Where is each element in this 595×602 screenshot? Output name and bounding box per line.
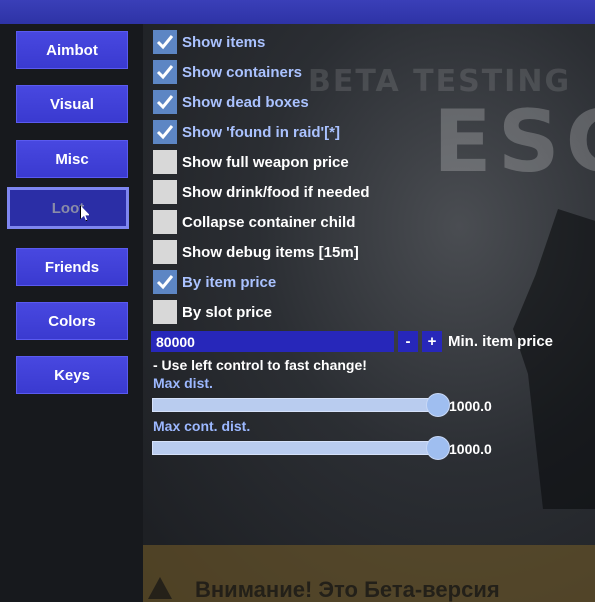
nav-visual-label: Visual bbox=[50, 95, 94, 113]
nav-aimbot-button[interactable]: Aimbot bbox=[16, 31, 128, 69]
max-cont-dist-value: 1000.0 bbox=[449, 441, 492, 457]
max-cont-dist-label: Max cont. dist. bbox=[153, 418, 251, 434]
option-label-show-found-in-raid: Show 'found in raid'[*] bbox=[182, 123, 340, 141]
checkmark-icon bbox=[156, 65, 174, 80]
nav-aimbot-label: Aimbot bbox=[46, 41, 98, 59]
checkbox-show-containers[interactable] bbox=[153, 60, 177, 84]
option-label-show-items: Show items bbox=[182, 33, 266, 51]
nav-misc-label: Misc bbox=[55, 150, 89, 168]
option-show-dead-boxes[interactable]: Show dead boxes bbox=[153, 89, 309, 115]
checkbox-by-slot-price[interactable] bbox=[153, 300, 177, 324]
beta-warning-banner: Внимание! Это Бета-версия bbox=[143, 545, 595, 602]
min-price-decrement-button[interactable]: - bbox=[398, 331, 418, 352]
nav-keys-label: Keys bbox=[54, 366, 90, 384]
option-label-show-full-weapon-price: Show full weapon price bbox=[182, 153, 349, 171]
option-by-slot-price[interactable]: By slot price bbox=[153, 299, 272, 325]
checkbox-collapse-container-child[interactable] bbox=[153, 210, 177, 234]
max-dist-slider-track[interactable] bbox=[152, 398, 438, 412]
checkmark-icon bbox=[156, 125, 174, 140]
nav-friends-button[interactable]: Friends bbox=[16, 248, 128, 286]
nav-misc-button[interactable]: Misc bbox=[16, 140, 128, 178]
option-show-containers[interactable]: Show containers bbox=[153, 59, 302, 85]
option-label-show-debug-items: Show debug items [15m] bbox=[182, 243, 359, 261]
min-price-label: Min. item price bbox=[448, 333, 554, 350]
max-dist-slider-thumb[interactable] bbox=[426, 393, 450, 417]
fast-change-hint: - Use left control to fast change! bbox=[153, 357, 367, 373]
option-show-found-in-raid[interactable]: Show 'found in raid'[*] bbox=[153, 119, 340, 145]
beta-warning-text: Внимание! Это Бета-версия bbox=[195, 577, 500, 602]
nav-colors-label: Colors bbox=[48, 312, 96, 330]
background-soldier-image bbox=[513, 209, 595, 509]
checkbox-show-drink-food[interactable] bbox=[153, 180, 177, 204]
option-show-items[interactable]: Show items bbox=[153, 29, 265, 55]
min-price-row: - + Min. item price bbox=[151, 331, 553, 352]
option-show-debug-items[interactable]: Show debug items [15m] bbox=[153, 239, 359, 265]
nav-loot-label: Loot bbox=[51, 199, 85, 217]
nav-visual-button[interactable]: Visual bbox=[16, 85, 128, 123]
min-price-increment-button[interactable]: + bbox=[422, 331, 442, 352]
checkmark-icon bbox=[156, 35, 174, 50]
checkmark-icon bbox=[156, 275, 174, 290]
option-label-collapse-container-child: Collapse container child bbox=[182, 213, 356, 231]
option-label-show-drink-food: Show drink/food if needed bbox=[182, 183, 370, 201]
background-logo-text: ESCAPE bbox=[433, 92, 595, 192]
nav-keys-button[interactable]: Keys bbox=[16, 356, 128, 394]
option-show-drink-food[interactable]: Show drink/food if needed bbox=[153, 179, 370, 205]
nav-loot-button[interactable]: Loot bbox=[7, 187, 129, 229]
option-label-by-slot-price: By slot price bbox=[182, 303, 273, 321]
nav-friends-label: Friends bbox=[44, 258, 100, 276]
option-collapse-container-child[interactable]: Collapse container child bbox=[153, 209, 355, 235]
max-dist-value: 1000.0 bbox=[449, 398, 492, 414]
option-label-by-item-price: By item price bbox=[182, 273, 277, 291]
checkbox-show-dead-boxes[interactable] bbox=[153, 90, 177, 114]
top-bar bbox=[0, 0, 595, 24]
nav-colors-button[interactable]: Colors bbox=[16, 302, 128, 340]
checkmark-icon bbox=[156, 95, 174, 110]
checkbox-by-item-price[interactable] bbox=[153, 270, 177, 294]
checkbox-show-items[interactable] bbox=[153, 30, 177, 54]
checkbox-show-found-in-raid[interactable] bbox=[153, 120, 177, 144]
min-price-input[interactable] bbox=[151, 331, 394, 352]
max-dist-label: Max dist. bbox=[153, 375, 213, 391]
max-cont-dist-slider-thumb[interactable] bbox=[426, 436, 450, 460]
checkbox-show-debug-items[interactable] bbox=[153, 240, 177, 264]
option-show-full-weapon-price[interactable]: Show full weapon price bbox=[153, 149, 349, 175]
option-by-item-price[interactable]: By item price bbox=[153, 269, 276, 295]
option-label-show-containers: Show containers bbox=[182, 63, 303, 81]
option-label-show-dead-boxes: Show dead boxes bbox=[182, 93, 309, 111]
checkbox-show-full-weapon-price[interactable] bbox=[153, 150, 177, 174]
max-cont-dist-slider-track[interactable] bbox=[152, 441, 438, 455]
